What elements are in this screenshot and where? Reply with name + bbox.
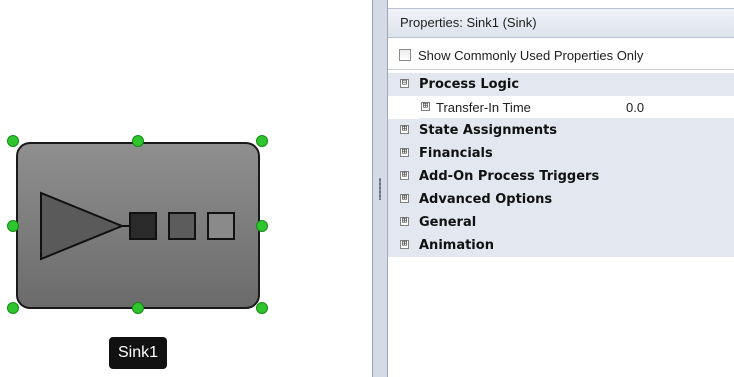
object-name-label[interactable]: Sink1 bbox=[109, 337, 167, 369]
expand-icon[interactable]: ⊞ bbox=[400, 125, 409, 134]
selection-handle-top-middle[interactable] bbox=[132, 135, 144, 147]
expand-icon[interactable]: ⊞ bbox=[400, 171, 409, 180]
properties-panel: Properties: Sink1 (Sink) Show Commonly U… bbox=[388, 0, 734, 377]
category-label: Process Logic bbox=[419, 77, 520, 92]
collapse-icon[interactable]: ⊟ bbox=[400, 79, 409, 88]
category-label: Advanced Options bbox=[419, 192, 553, 207]
model-canvas[interactable]: Sink1 bbox=[0, 0, 372, 377]
expand-icon[interactable]: ⊞ bbox=[400, 148, 409, 157]
property-grid: ⊟ Process Logic ⊞ Transfer-In Time 0.0 ⊞… bbox=[388, 71, 734, 377]
splitter-grip-icon bbox=[379, 178, 381, 200]
expand-icon[interactable]: ⊞ bbox=[421, 102, 430, 111]
category-state-assignments[interactable]: ⊞ State Assignments bbox=[388, 119, 734, 142]
selection-handle-bottom-left[interactable] bbox=[7, 302, 19, 314]
common-properties-filter[interactable]: Show Commonly Used Properties Only bbox=[388, 42, 734, 70]
category-advanced-options[interactable]: ⊞ Advanced Options bbox=[388, 188, 734, 211]
property-transfer-in-time[interactable]: ⊞ Transfer-In Time 0.0 bbox=[388, 96, 734, 119]
panel-splitter[interactable] bbox=[372, 0, 388, 377]
selection-handle-bottom-middle[interactable] bbox=[132, 302, 144, 314]
category-label: Add-On Process Triggers bbox=[419, 169, 600, 184]
property-value[interactable]: 0.0 bbox=[626, 96, 644, 119]
category-financials[interactable]: ⊞ Financials bbox=[388, 142, 734, 165]
expand-icon[interactable]: ⊞ bbox=[400, 194, 409, 203]
selection-handle-middle-right[interactable] bbox=[256, 220, 268, 232]
expand-icon[interactable]: ⊞ bbox=[400, 217, 409, 226]
properties-title: Properties: Sink1 (Sink) bbox=[388, 8, 734, 38]
common-properties-checkbox[interactable] bbox=[399, 49, 411, 61]
selection-handle-middle-left[interactable] bbox=[7, 220, 19, 232]
category-process-logic[interactable]: ⊟ Process Logic bbox=[388, 73, 734, 96]
category-add-on-process-triggers[interactable]: ⊞ Add-On Process Triggers bbox=[388, 165, 734, 188]
sink-icon bbox=[40, 191, 235, 261]
sink-object[interactable] bbox=[16, 142, 260, 309]
category-label: Financials bbox=[419, 146, 493, 161]
category-label: General bbox=[419, 215, 477, 230]
common-properties-label[interactable]: Show Commonly Used Properties Only bbox=[418, 42, 643, 70]
selection-handle-bottom-right[interactable] bbox=[256, 302, 268, 314]
category-label: State Assignments bbox=[419, 123, 558, 138]
expand-icon[interactable]: ⊞ bbox=[400, 240, 409, 249]
selection-handle-top-left[interactable] bbox=[7, 135, 19, 147]
selection-handle-top-right[interactable] bbox=[256, 135, 268, 147]
category-animation[interactable]: ⊞ Animation bbox=[388, 234, 734, 257]
category-label: Animation bbox=[419, 238, 494, 253]
category-general[interactable]: ⊞ General bbox=[388, 211, 734, 234]
property-name: Transfer-In Time bbox=[436, 100, 531, 115]
